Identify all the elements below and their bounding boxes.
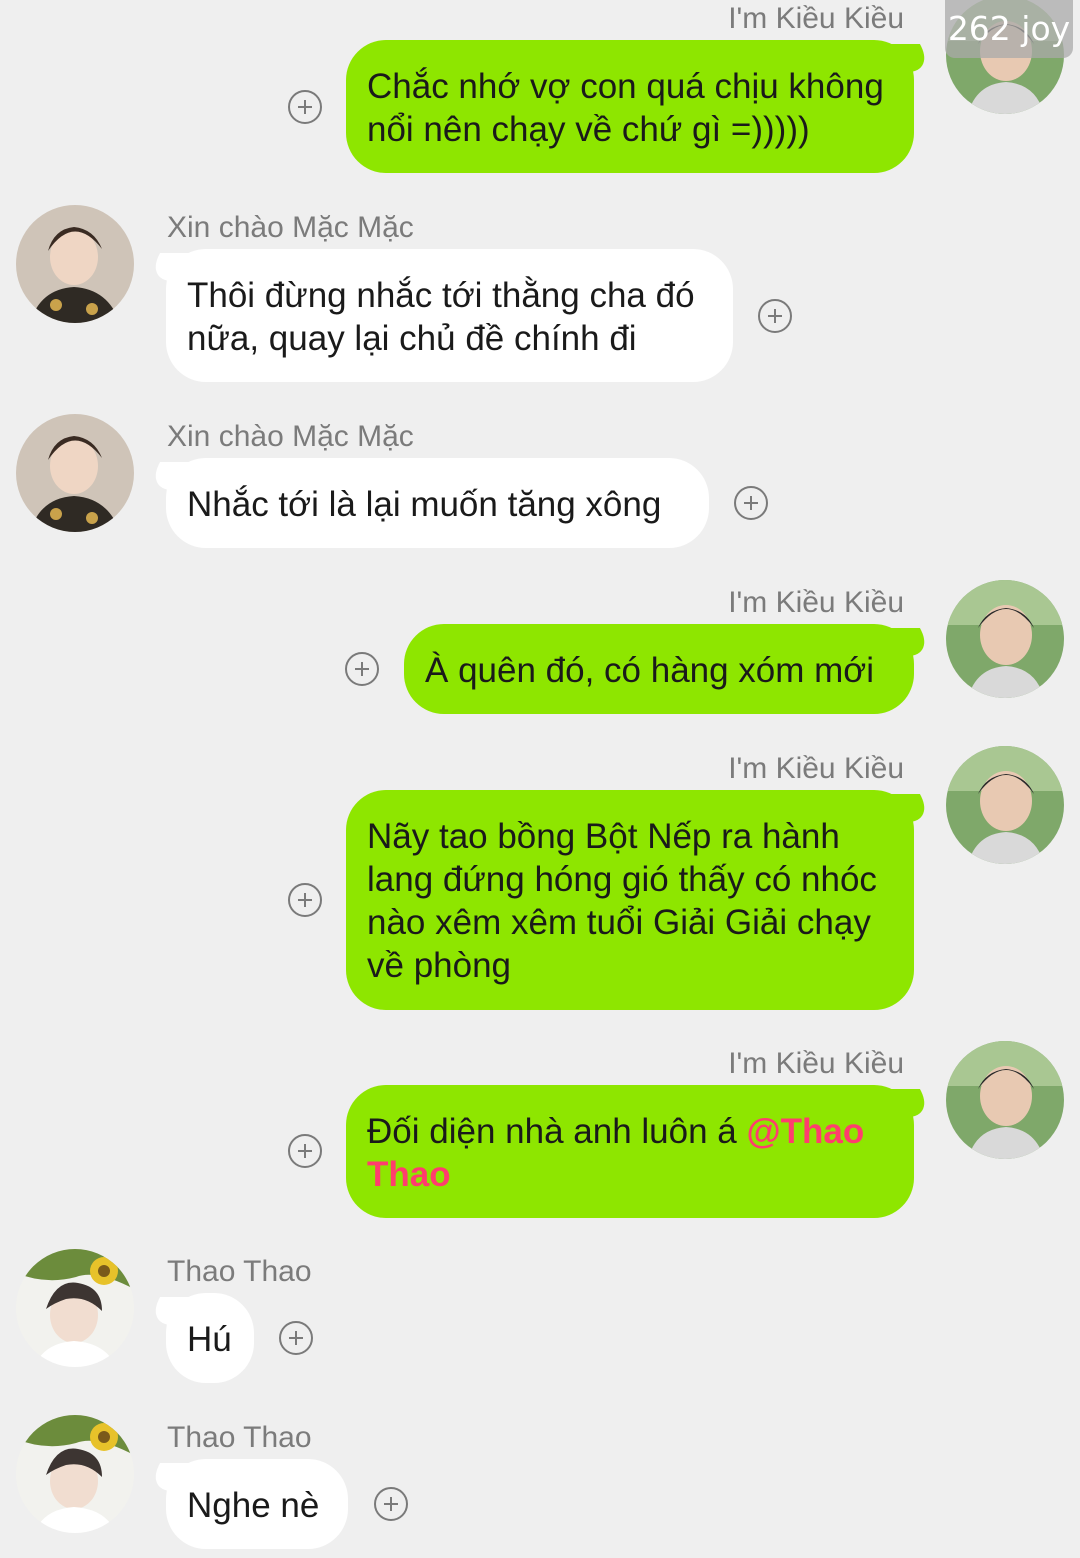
message-bubble[interactable]: Nhắc tới là lại muốn tăng xông bbox=[166, 458, 709, 548]
message-text: Đối diện nhà anh luôn á bbox=[367, 1112, 747, 1151]
plus-circle-icon[interactable] bbox=[288, 90, 322, 124]
message-text: À quên đó, có hàng xóm mới bbox=[425, 651, 875, 690]
sender-name: Xin chào Mặc Mặc bbox=[167, 211, 414, 244]
avatar-thao[interactable] bbox=[16, 1415, 134, 1533]
plus-circle-icon[interactable] bbox=[758, 299, 792, 333]
avatar-mac[interactable] bbox=[16, 205, 134, 323]
avatar-thao[interactable] bbox=[16, 1249, 134, 1367]
message-bubble[interactable]: Nghe nè bbox=[166, 1459, 348, 1549]
message-row: I'm Kiều Kiều À quên đó, có hàng xóm mới bbox=[0, 580, 1080, 720]
message-text: Nhắc tới là lại muốn tăng xông bbox=[187, 485, 662, 524]
message-bubble[interactable]: Hú bbox=[166, 1293, 254, 1383]
sender-name: I'm Kiều Kiều bbox=[728, 2, 904, 35]
avatar-mac[interactable] bbox=[16, 414, 134, 532]
message-row: Xin chào Mặc Mặc Thôi đừng nhắc tới thằn… bbox=[0, 205, 1080, 385]
avatar-kieu[interactable] bbox=[946, 580, 1064, 698]
plus-circle-icon[interactable] bbox=[288, 1134, 322, 1168]
sender-name: Thao Thao bbox=[167, 1255, 312, 1288]
plus-circle-icon[interactable] bbox=[734, 486, 768, 520]
message-bubble[interactable]: Thôi đừng nhắc tới thằng cha đó nữa, qua… bbox=[166, 249, 733, 382]
message-bubble[interactable]: Đối diện nhà anh luôn á @Thao Thao bbox=[346, 1085, 914, 1218]
message-text: Nãy tao bồng Bột Nếp ra hành lang đứng h… bbox=[367, 817, 877, 985]
message-row: I'm Kiều Kiều Chắc nhớ vợ con quá chịu k… bbox=[0, 0, 1080, 180]
message-row: Xin chào Mặc Mặc Nhắc tới là lại muốn tă… bbox=[0, 414, 1080, 554]
message-text: Thôi đừng nhắc tới thằng cha đó nữa, qua… bbox=[187, 276, 695, 358]
message-bubble[interactable]: À quên đó, có hàng xóm mới bbox=[404, 624, 914, 714]
message-bubble[interactable]: Chắc nhớ vợ con quá chịu không nổi nên c… bbox=[346, 40, 914, 173]
sender-name: I'm Kiều Kiều bbox=[728, 752, 904, 785]
message-row: Thao Thao Nghe nè bbox=[0, 1415, 1080, 1558]
message-row: I'm Kiều Kiều Nãy tao bồng Bột Nếp ra hà… bbox=[0, 746, 1080, 1016]
avatar-kieu[interactable] bbox=[946, 746, 1064, 864]
sender-name: Xin chào Mặc Mặc bbox=[167, 420, 414, 453]
watermark: 262 joy bbox=[945, 0, 1073, 58]
message-text: Nghe nè bbox=[187, 1486, 320, 1525]
sender-name: I'm Kiều Kiều bbox=[728, 586, 904, 619]
plus-circle-icon[interactable] bbox=[374, 1487, 408, 1521]
message-row: I'm Kiều Kiều Đối diện nhà anh luôn á @T… bbox=[0, 1041, 1080, 1221]
sender-name: Thao Thao bbox=[167, 1421, 312, 1454]
sender-name: I'm Kiều Kiều bbox=[728, 1047, 904, 1080]
message-row: Thao Thao Hú bbox=[0, 1249, 1080, 1389]
avatar-kieu[interactable] bbox=[946, 1041, 1064, 1159]
plus-circle-icon[interactable] bbox=[288, 883, 322, 917]
plus-circle-icon[interactable] bbox=[345, 652, 379, 686]
message-text: Hú bbox=[187, 1320, 232, 1359]
message-text: Chắc nhớ vợ con quá chịu không nổi nên c… bbox=[367, 67, 884, 149]
plus-circle-icon[interactable] bbox=[279, 1321, 313, 1355]
message-bubble[interactable]: Nãy tao bồng Bột Nếp ra hành lang đứng h… bbox=[346, 790, 914, 1010]
